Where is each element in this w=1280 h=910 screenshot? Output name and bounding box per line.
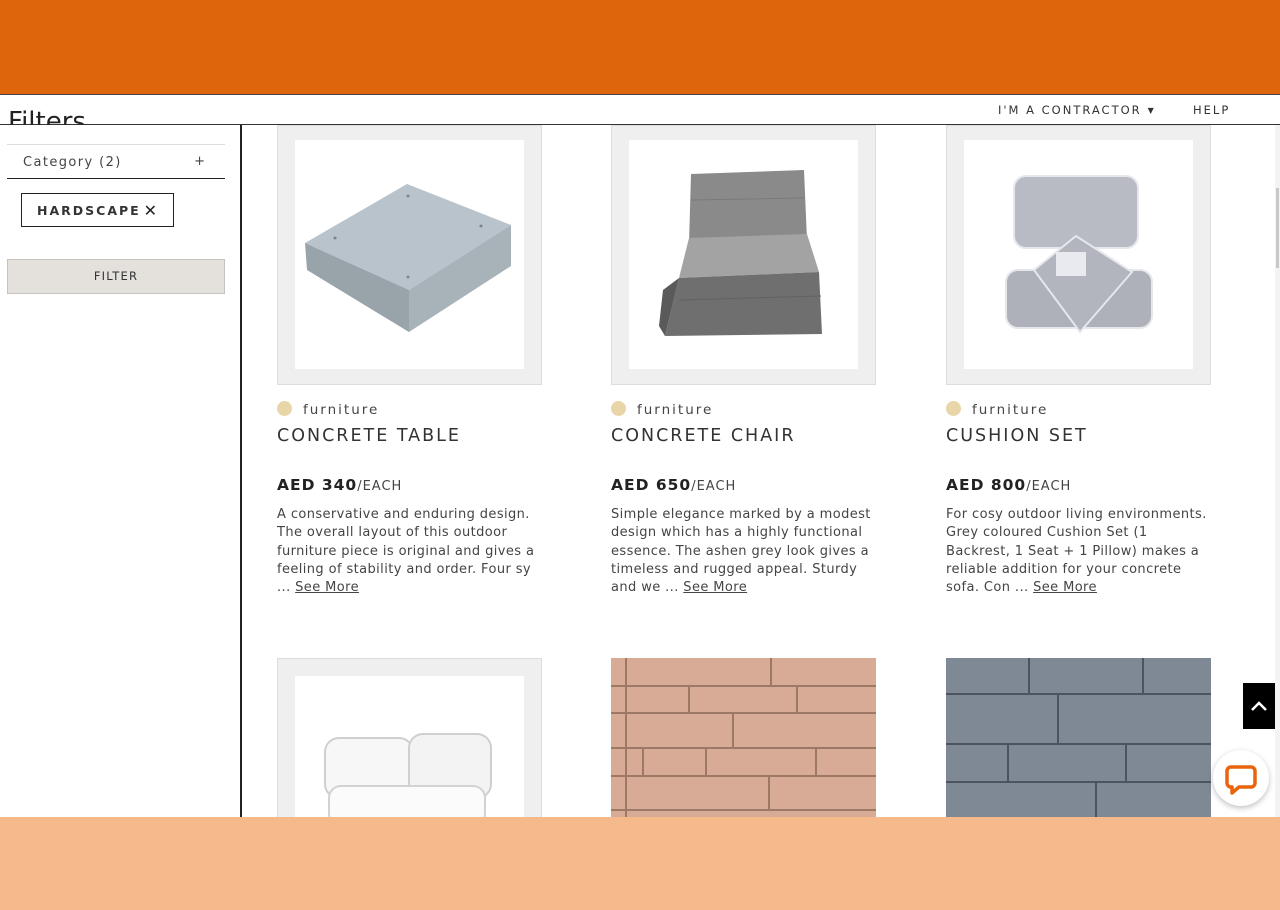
chat-bubble-icon — [1225, 765, 1257, 795]
product-description: For cosy outdoor living environments. Gr… — [946, 506, 1211, 597]
concrete-table-image — [305, 184, 511, 332]
product-image-frame[interactable] — [946, 125, 1211, 385]
filters-heading: Filters — [8, 103, 118, 125]
bottom-overlay-band — [0, 817, 1280, 910]
product-category: furniture — [303, 402, 380, 418]
chat-button[interactable] — [1213, 750, 1269, 806]
contractor-menu-label: I'M A CONTRACTOR — [998, 103, 1142, 117]
product-image[interactable] — [611, 658, 876, 818]
cushion-set-image — [1005, 175, 1153, 334]
product-description: A conservative and enduring design. The … — [277, 506, 542, 597]
top-banner — [0, 0, 1280, 94]
chevron-up-icon — [1251, 701, 1267, 711]
see-more-link[interactable]: See More — [683, 580, 747, 595]
product-category: furniture — [637, 402, 714, 418]
product-name[interactable]: CONCRETE CHAIR — [611, 426, 796, 446]
filters-heading-text: Filters — [8, 107, 86, 125]
product-name[interactable]: CUSHION SET — [946, 426, 1088, 446]
active-filter-chip[interactable]: HARDSCAPE ✕ — [21, 193, 174, 227]
product-name[interactable]: CONCRETE TABLE — [277, 426, 461, 446]
product-image[interactable] — [295, 140, 524, 369]
help-link[interactable]: HELP — [1193, 103, 1230, 117]
grey-paving-image — [946, 658, 1211, 818]
sand-paving-image — [611, 658, 876, 818]
product-price: AED 340/EACH — [277, 476, 402, 494]
product-image-frame[interactable] — [277, 658, 542, 819]
sidebar-divider — [240, 125, 242, 817]
product-image[interactable] — [629, 140, 858, 369]
product-image[interactable] — [946, 658, 1211, 818]
price-amount: AED 650 — [611, 476, 692, 494]
category-label: Category (2) — [23, 155, 122, 170]
price-unit: /EACH — [357, 479, 403, 494]
expand-plus-icon: + — [194, 154, 205, 169]
caret-down-icon: ▼ — [1147, 106, 1156, 115]
category-dot — [277, 401, 292, 416]
see-more-link[interactable]: See More — [295, 580, 359, 595]
product-card — [277, 658, 542, 819]
product-image-frame[interactable] — [611, 125, 876, 385]
category-dot — [611, 401, 626, 416]
product-category: furniture — [972, 402, 1049, 418]
category-filter-toggle[interactable]: Category (2) + — [7, 144, 225, 179]
price-unit: /EACH — [1026, 479, 1072, 494]
product-image-frame[interactable] — [277, 125, 542, 385]
scroll-to-top-button[interactable] — [1243, 683, 1275, 729]
see-more-link[interactable]: See More — [1033, 580, 1097, 595]
filter-button[interactable]: FILTER — [7, 259, 225, 294]
product-price: AED 800/EACH — [946, 476, 1071, 494]
price-amount: AED 800 — [946, 476, 1027, 494]
product-image[interactable] — [964, 140, 1193, 369]
close-icon[interactable]: ✕ — [144, 201, 157, 220]
contractor-menu[interactable]: I'M A CONTRACTOR ▼ — [998, 103, 1156, 117]
product-description: Simple elegance marked by a modest desig… — [611, 506, 876, 597]
product-price: AED 650/EACH — [611, 476, 736, 494]
product-image[interactable] — [295, 676, 524, 819]
top-navigation: I'M A CONTRACTOR ▼ HELP — [0, 94, 1280, 125]
corner-cushion-image — [324, 733, 492, 819]
category-dot — [946, 401, 961, 416]
active-filter-label: HARDSCAPE — [37, 203, 141, 218]
price-amount: AED 340 — [277, 476, 358, 494]
scrollbar-thumb[interactable] — [1276, 188, 1279, 268]
price-unit: /EACH — [691, 479, 737, 494]
concrete-chair-image — [659, 170, 822, 336]
